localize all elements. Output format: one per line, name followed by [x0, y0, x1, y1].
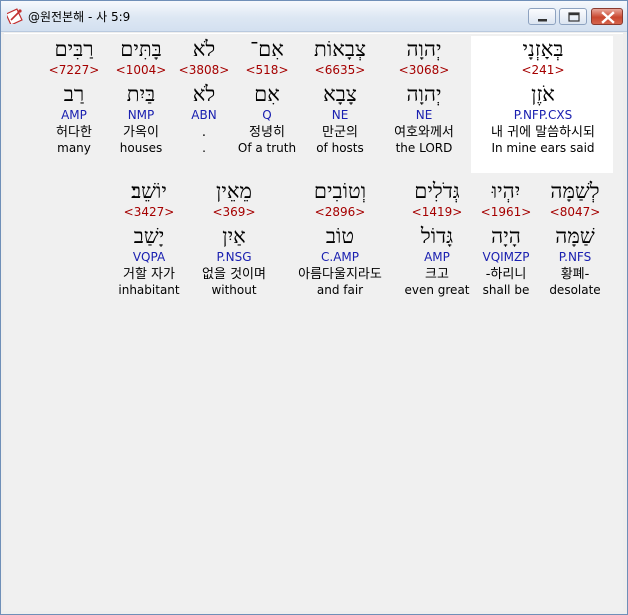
lemma-word: רַב [63, 82, 85, 106]
window-title: @원전본해 - 사 5:9 [28, 10, 131, 24]
minimize-icon [538, 19, 547, 22]
app-icon[interactable] [5, 8, 23, 26]
english-gloss: inhabitant [118, 283, 180, 297]
title-bar[interactable]: @원전본해 - 사 5:9 [1, 1, 627, 32]
english-gloss: many [57, 141, 91, 155]
morphology-code: AMP [61, 108, 87, 122]
strong-number[interactable]: <241> [473, 63, 613, 78]
hebrew-word: יוֹשֵׁב׃ [131, 179, 167, 203]
word-column[interactable]: יוֹשֵׁב׃ <3427> יָשַׁב VQPA 거할 자가 inhabitant [79, 178, 219, 298]
korean-gloss: 허다한 [56, 125, 92, 140]
interlinear-panel: בְּאָזְנָי <241> אֹזֶן P.NFP.CXS 내 귀에 말씀하시되 I… [4, 33, 623, 611]
close-icon [601, 11, 615, 24]
english-gloss: In mine ears said [491, 141, 595, 155]
lemma-word: יָשַׁב [133, 224, 165, 248]
maximize-button[interactable] [559, 8, 587, 25]
word-column[interactable]: רַבִּים <7227> רַב AMP 허다한 many [4, 36, 144, 156]
close-button[interactable] [591, 8, 623, 25]
lemma-word: אֹזֶן [531, 82, 555, 106]
strong-number[interactable]: <7227> [4, 63, 144, 78]
word-column[interactable]: בְּאָזְנָי <241> אֹזֶן P.NFP.CXS 내 귀에 말씀하시되 I… [473, 36, 613, 156]
morphology-code: VQPA [132, 250, 166, 264]
morphology-code: P.NFP.CXS [513, 108, 573, 122]
hebrew-word: רַבִּים [54, 37, 94, 61]
hebrew-word: בְּאָזְנָי [522, 37, 564, 61]
strong-number[interactable]: <3427> [79, 205, 219, 220]
app-window: @원전본해 - 사 5:9 בְּאָזְנָי <241> אֹזֶן P.NFP.… [0, 0, 628, 615]
korean-gloss: 거할 자가 [123, 267, 175, 282]
maximize-icon [568, 12, 580, 22]
minimize-button[interactable] [528, 8, 556, 25]
korean-gloss: 내 귀에 말씀하시되 [491, 125, 595, 140]
